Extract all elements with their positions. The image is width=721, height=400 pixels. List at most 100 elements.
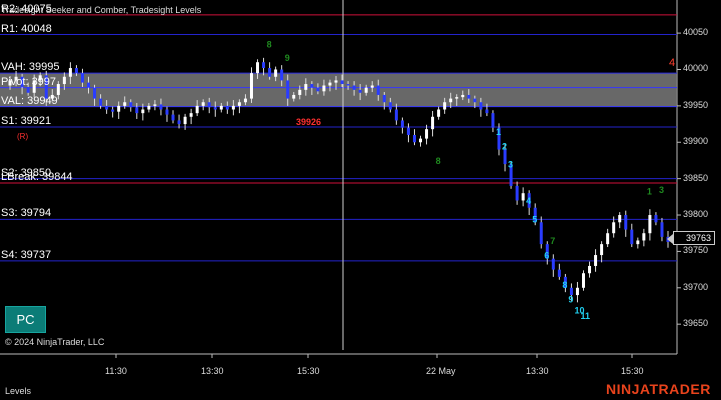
- candle-body: [449, 98, 453, 103]
- candle-body: [406, 127, 410, 135]
- candle-body: [153, 104, 157, 106]
- time-tick: 15:30: [621, 366, 644, 376]
- candle-body: [340, 80, 344, 85]
- count-label: 1: [496, 127, 501, 137]
- candle-body: [292, 94, 296, 99]
- candle-body: [141, 109, 145, 114]
- candle-body: [80, 73, 84, 83]
- candle-body: [431, 116, 435, 130]
- candle-body: [618, 215, 622, 223]
- candle-body: [612, 222, 616, 234]
- candle-body: [237, 102, 241, 106]
- candle-body: [515, 185, 519, 201]
- level-label-lbreak: LBreak: 39844: [1, 171, 73, 183]
- candle-body: [147, 105, 151, 110]
- candle-body: [419, 138, 423, 143]
- price-tick: 39800: [683, 209, 709, 220]
- pc-button[interactable]: PC: [5, 306, 46, 333]
- candle-body: [412, 134, 416, 143]
- candle-body: [159, 104, 163, 110]
- time-tick: 13:30: [526, 366, 549, 376]
- candle-body: [606, 233, 610, 245]
- candle-body: [539, 222, 543, 245]
- candle-body: [491, 113, 495, 128]
- candle-body: [189, 113, 193, 117]
- candle-body: [183, 116, 187, 125]
- level-label-r1: R1: 40048: [1, 22, 52, 35]
- candle-body: [382, 94, 386, 103]
- count-label: 7: [550, 236, 555, 246]
- candle-body: [213, 107, 217, 110]
- price-tick: 39700: [683, 281, 709, 292]
- candle-body: [376, 85, 380, 95]
- candle-body: [262, 62, 266, 69]
- level-label-s1: S1: 39921: [1, 114, 52, 127]
- candle-body: [642, 233, 646, 241]
- candle-body: [111, 109, 115, 112]
- candle-body: [171, 114, 175, 121]
- candle-body: [322, 85, 326, 92]
- candle-body: [364, 87, 368, 93]
- candle-body: [521, 193, 525, 201]
- candle-body: [304, 84, 308, 90]
- count-label: 11: [580, 311, 590, 321]
- candle-body: [286, 80, 290, 99]
- candle-body: [654, 215, 658, 223]
- candle-body: [388, 102, 392, 110]
- candle-body: [485, 109, 489, 114]
- candle-body: [195, 105, 199, 114]
- candle-body: [352, 85, 356, 90]
- candle-body: [26, 86, 30, 93]
- candle-body: [243, 98, 247, 103]
- candle-body: [117, 105, 121, 112]
- candle-body: [588, 265, 592, 274]
- candle-body: [93, 87, 97, 99]
- candle-body: [87, 82, 91, 88]
- candle-body: [630, 229, 634, 245]
- candle-body: [394, 109, 398, 121]
- candle-body: [575, 287, 579, 296]
- candle-body: [105, 105, 109, 110]
- candle-body: [129, 102, 133, 108]
- candle-body: [624, 215, 628, 230]
- price-chart[interactable]: 89123456789101181 339926(R): [0, 0, 721, 400]
- time-tick: 22 May: [426, 366, 456, 376]
- candle-body: [473, 98, 477, 103]
- candle-body: [660, 222, 664, 237]
- marker-label: 4: [669, 57, 676, 69]
- count-label: 6: [544, 251, 549, 261]
- candle-body: [123, 102, 127, 106]
- candle-body: [370, 85, 374, 88]
- candle-body: [648, 215, 652, 234]
- time-tick: 13:30: [201, 366, 224, 376]
- ninjatrader-logo: NINJATRADER: [606, 381, 711, 397]
- candle-body: [62, 76, 66, 85]
- time-tick: 15:30: [297, 366, 320, 376]
- break-price-label: 39926: [296, 117, 321, 127]
- candle-body: [479, 102, 483, 110]
- candle-body: [231, 105, 235, 110]
- level-label-val: VAL: 39949: [1, 94, 58, 107]
- candle-body: [600, 244, 604, 256]
- price-tick: 40000: [683, 63, 709, 74]
- candle-body: [467, 94, 471, 99]
- count-label: 2: [502, 142, 507, 152]
- current-price-tag: 39763: [667, 231, 715, 245]
- candle-body: [461, 94, 465, 98]
- time-tick: 11:30: [105, 366, 127, 376]
- candle-body: [274, 69, 278, 77]
- level-label-s3: S3: 39794: [1, 207, 52, 220]
- candle-body: [219, 105, 223, 110]
- count-label: 5: [532, 214, 537, 224]
- candle-body: [99, 98, 103, 106]
- candle-body: [56, 84, 60, 95]
- candle-body: [328, 82, 332, 86]
- candle-body: [358, 89, 362, 93]
- copyright: © 2024 NinjaTrader, LLC: [5, 337, 105, 347]
- price-tick: 39750: [683, 245, 709, 256]
- candle-body: [636, 240, 640, 245]
- price-tick: 39850: [683, 172, 709, 183]
- count-label: 8: [267, 40, 272, 50]
- r-marker-label: (R): [17, 132, 28, 141]
- level-label-r2: R2: 40075: [1, 2, 52, 15]
